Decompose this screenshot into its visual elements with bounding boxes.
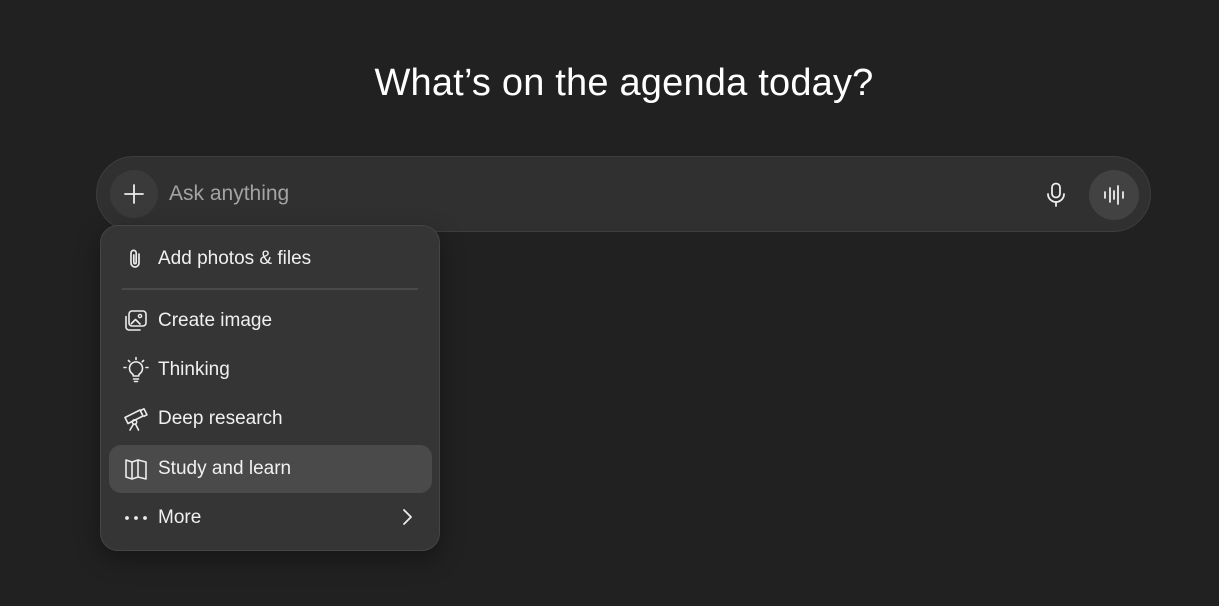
lightbulb-icon xyxy=(121,355,151,385)
page-title: What’s on the agenda today? xyxy=(374,62,874,104)
menu-item-label: Study and learn xyxy=(158,458,292,479)
menu-item-study-and-learn[interactable]: Study and learn xyxy=(109,445,432,493)
menu-item-create-image[interactable]: Create image xyxy=(109,297,432,345)
ask-input[interactable] xyxy=(169,175,1009,213)
microphone-icon xyxy=(1045,182,1067,208)
telescope-icon xyxy=(121,404,151,434)
menu-item-add-photos-files[interactable]: Add photos & files xyxy=(109,235,432,283)
paperclip-icon xyxy=(121,244,151,274)
voice-mode-button[interactable] xyxy=(1089,170,1139,220)
menu-item-label: Create image xyxy=(158,310,273,331)
more-icon xyxy=(121,503,151,533)
chat-home-page: What’s on the agenda today? Ask anything… xyxy=(0,0,1219,606)
dictate-button[interactable] xyxy=(1037,176,1075,214)
menu-item-more[interactable]: More xyxy=(109,494,432,542)
menu-item-thinking[interactable]: Thinking xyxy=(109,346,432,394)
waveform-icon xyxy=(1102,184,1126,206)
message-composer xyxy=(96,156,1151,232)
attach-menu: Add photos & files Create image Thinking… xyxy=(100,225,440,551)
menu-item-label: Thinking xyxy=(158,359,230,380)
menu-item-deep-research[interactable]: Deep research xyxy=(109,395,432,443)
attach-button[interactable] xyxy=(110,170,158,218)
menu-divider xyxy=(122,288,418,290)
menu-item-label: Deep research xyxy=(158,408,283,429)
menu-item-label: More xyxy=(158,507,202,528)
image-icon xyxy=(121,306,151,336)
plus-icon xyxy=(122,182,146,206)
menu-item-label: Add photos & files xyxy=(158,248,312,269)
chevron-right-icon xyxy=(396,506,418,528)
book-icon xyxy=(121,454,151,484)
